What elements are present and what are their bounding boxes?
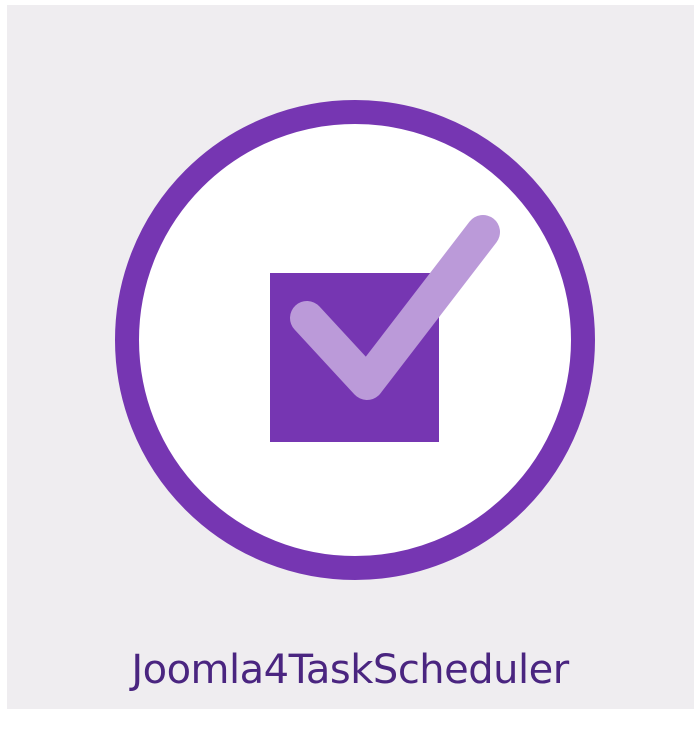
checkbox-checked-icon <box>115 100 595 580</box>
app-name: Joomla4TaskScheduler <box>131 647 569 693</box>
app-logo <box>115 100 595 580</box>
